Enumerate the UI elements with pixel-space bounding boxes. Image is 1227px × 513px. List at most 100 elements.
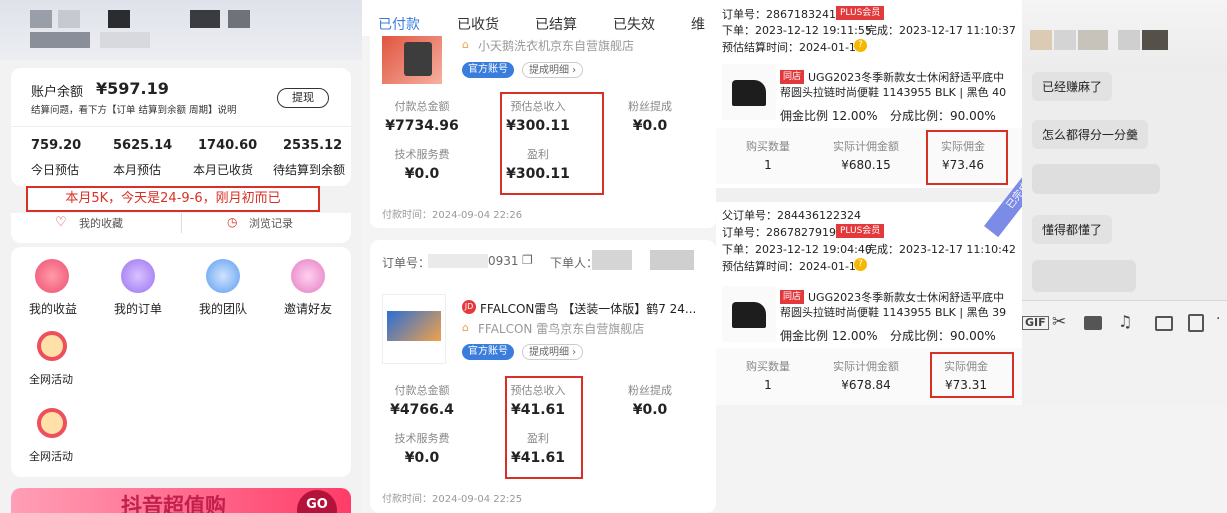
tab-paid[interactable]: 已付款 bbox=[378, 14, 420, 34]
alarm-clock-icon[interactable] bbox=[37, 408, 67, 438]
shop-name: FFALCON 雷鸟京东自营旗舰店 bbox=[478, 322, 645, 336]
blurred-avatar bbox=[1030, 30, 1052, 50]
activity-1[interactable]: 全网活动 bbox=[29, 371, 73, 387]
order-card: 订单号： 0931 ❐ 下单人： JD FFALCON雷鸟 【送装一体版】鹤7 … bbox=[370, 240, 716, 513]
order-card: ⌂ 小天鹅洗衣机京东自营旗舰店 官方账号 提成明细 › 付款总金额 ¥7734.… bbox=[370, 36, 716, 228]
base-value: ¥678.84 bbox=[841, 378, 891, 392]
fee-label: 技术服务费 bbox=[394, 148, 450, 161]
favorites-link[interactable]: 我的收藏 bbox=[79, 215, 123, 231]
tab-received[interactable]: 已收货 bbox=[457, 14, 499, 34]
commission-detail-button[interactable]: 提成明细 › bbox=[522, 62, 584, 78]
commission-orders-panel: 订单号：286718324111 PLUS会员 下单：2023-12-12 19… bbox=[716, 0, 1022, 405]
divider bbox=[181, 213, 182, 233]
product-title[interactable]: FFALCON雷鸟 【送装一体版】鹤7 24... bbox=[480, 300, 704, 317]
commission-order: 订单号：286718324111 PLUS会员 下单：2023-12-12 19… bbox=[716, 0, 1022, 188]
product-thumbnail bbox=[722, 64, 776, 120]
video-icon[interactable] bbox=[1188, 314, 1204, 332]
chat-header bbox=[1022, 0, 1227, 70]
menu-invite[interactable]: 邀请好友 bbox=[284, 300, 332, 317]
boot-image bbox=[732, 302, 766, 328]
background-area bbox=[716, 405, 1227, 513]
withdraw-button[interactable]: 提现 bbox=[277, 88, 329, 108]
tab-invalid[interactable]: 已失效 bbox=[613, 14, 655, 34]
help-icon[interactable]: ? bbox=[854, 39, 867, 52]
blurred-block bbox=[1118, 30, 1140, 50]
music-icon[interactable]: ♫ bbox=[1118, 312, 1132, 331]
product-title[interactable]: UGG2023冬季新款女士休闲舒适平底中帮圆头拉链时尚便鞋 1143955 BL… bbox=[780, 290, 1012, 320]
parent-order-number: 父订单号：284436122324 bbox=[722, 209, 861, 222]
team-icon[interactable] bbox=[206, 259, 240, 293]
stat-today-value: 759.20 bbox=[31, 138, 82, 153]
order-number-label: 订单号： bbox=[382, 256, 431, 270]
balance-note: 结算问题，看下方【订单 结算到余额 周期】说明 bbox=[31, 105, 237, 116]
official-badge: 官方账号 bbox=[462, 344, 514, 360]
shop-icon: ⌂ bbox=[462, 321, 469, 334]
stat-today-label: 今日预估 bbox=[31, 163, 80, 177]
stat-received-label: 本月已收货 bbox=[193, 163, 254, 177]
qty-value: 1 bbox=[764, 378, 772, 392]
alarm-clock-icon[interactable] bbox=[37, 331, 67, 361]
blurred-block bbox=[108, 10, 130, 28]
product-thumbnail bbox=[382, 294, 446, 364]
stat-month-value: 5625.14 bbox=[113, 138, 173, 153]
go-button[interactable]: GO bbox=[297, 490, 337, 513]
base-label: 实际计佣金额 bbox=[833, 360, 899, 373]
separator bbox=[716, 188, 1022, 202]
qty-label: 购买数量 bbox=[746, 360, 790, 373]
links-card: ♡ 我的收藏 ◷ 浏览记录 bbox=[11, 213, 351, 243]
shop-icon: ⌂ bbox=[462, 38, 469, 51]
gif-icon[interactable]: GIF bbox=[1022, 316, 1049, 330]
stat-pending-value: 2535.12 bbox=[283, 138, 343, 153]
blurred-block bbox=[30, 32, 90, 48]
folder-icon[interactable] bbox=[1084, 316, 1102, 330]
shop-name: 小天鹅洗衣机京东自营旗舰店 bbox=[478, 39, 635, 53]
balance-card: 账户余额 ¥597.19 结算问题，看下方【订单 结算到余额 周期】说明 提现 … bbox=[11, 68, 351, 186]
orders-icon[interactable] bbox=[121, 259, 155, 293]
chat-panel: 已经赚麻了 怎么都得分一分羹 懂得都懂了 GIF ✂ ♫ · bbox=[1022, 0, 1227, 405]
stat-month-label: 本月预估 bbox=[113, 163, 162, 177]
tab-settled[interactable]: 已结算 bbox=[535, 14, 577, 34]
share-ratio: 分成比例：90.00% bbox=[890, 109, 996, 123]
menu-earnings[interactable]: 我的收益 bbox=[29, 300, 77, 317]
highlight-box bbox=[930, 352, 1014, 398]
scissors-icon[interactable]: ✂ bbox=[1052, 312, 1066, 332]
invite-icon[interactable] bbox=[291, 259, 325, 293]
orders-panel: 已付款 已收货 已结算 已失效 维权 ⌂ 小天鹅洗衣机京东自营旗舰店 官方账号 … bbox=[362, 0, 716, 513]
blurred-message bbox=[1032, 260, 1136, 292]
balance-amount: ¥597.19 bbox=[96, 79, 169, 98]
product-thumbnail bbox=[722, 286, 776, 342]
blurred-block bbox=[58, 10, 80, 28]
order-number-tail: 0931 bbox=[488, 254, 519, 268]
qty-value: 1 bbox=[764, 158, 772, 172]
account-panel: 账户余额 ¥597.19 结算问题，看下方【订单 结算到余额 周期】说明 提现 … bbox=[0, 0, 362, 513]
image-icon[interactable] bbox=[1155, 316, 1173, 331]
blurred-block bbox=[190, 10, 220, 28]
order-number: 订单号：286782791947 bbox=[722, 226, 850, 239]
history-link[interactable]: 浏览记录 bbox=[249, 215, 293, 231]
more-icon[interactable]: · bbox=[1216, 311, 1220, 327]
product-title[interactable]: UGG2023冬季新款女士休闲舒适平底中帮圆头拉链时尚便鞋 1143955 BL… bbox=[780, 70, 1012, 100]
menu-team[interactable]: 我的团队 bbox=[199, 300, 247, 317]
promo-banner[interactable]: 抖音超值购 GO bbox=[11, 488, 351, 513]
qty-label: 购买数量 bbox=[746, 140, 790, 153]
chat-message: 怎么都得分一分羹 bbox=[1032, 120, 1149, 149]
help-icon[interactable]: ? bbox=[854, 258, 867, 271]
done-time: 完成：2023-12-17 11:10:42 bbox=[866, 243, 1016, 256]
fee-label: 技术服务费 bbox=[394, 432, 450, 445]
total-value: ¥4766.4 bbox=[390, 402, 454, 418]
fee-value: ¥0.0 bbox=[404, 166, 440, 182]
boot-image bbox=[732, 80, 766, 106]
blurred-block bbox=[1078, 30, 1108, 50]
annotation-box: 本月5K，今天是24-9-6，刚月初而已 bbox=[26, 186, 320, 212]
earnings-icon[interactable] bbox=[35, 259, 69, 293]
tv-image bbox=[387, 311, 441, 341]
activity-2[interactable]: 全网活动 bbox=[29, 448, 73, 464]
menu-orders[interactable]: 我的订单 bbox=[114, 300, 162, 317]
blurred-order-number bbox=[428, 254, 488, 268]
copy-icon[interactable]: ❐ bbox=[522, 253, 533, 267]
payment-time: 付款时间：2024-09-04 22:26 bbox=[382, 210, 523, 221]
blurred-block bbox=[1054, 30, 1076, 50]
commission-detail-button[interactable]: 提成明细 › bbox=[522, 344, 584, 360]
heart-icon: ♡ bbox=[55, 215, 67, 230]
placed-time: 下单：2023-12-12 19:04:40 bbox=[722, 243, 872, 256]
